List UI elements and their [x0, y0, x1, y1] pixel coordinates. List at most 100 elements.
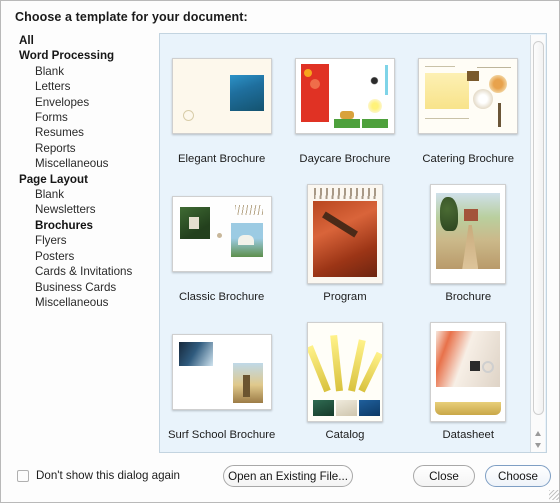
template-item-brochure[interactable]: Brochure: [407, 182, 530, 320]
sidebar-item-newsletters[interactable]: Newsletters: [15, 202, 153, 217]
close-button[interactable]: Close: [413, 465, 475, 487]
template-row: Elegant Brochure Daycare Brochure Cateri…: [160, 44, 530, 182]
flower-shape: [473, 89, 494, 109]
circle-shape: [303, 69, 312, 77]
sidebar-item-wp-blank[interactable]: Blank: [15, 64, 153, 79]
template-thumbnail-wrap: [171, 182, 272, 286]
sidebar-item-brochures[interactable]: Brochures: [15, 218, 153, 233]
scrollbar-thumb[interactable]: [533, 41, 544, 415]
template-item-program[interactable]: Program: [283, 182, 406, 320]
script-title: [313, 188, 376, 199]
sidebar-item-all[interactable]: All: [15, 33, 153, 48]
dont-show-again-checkbox[interactable]: [17, 469, 29, 482]
template-thumbnail[interactable]: [171, 334, 272, 410]
template-label: Program: [323, 291, 367, 303]
template-item-catering-brochure[interactable]: Catering Brochure: [407, 44, 530, 182]
sidebar-item-business-cards[interactable]: Business Cards: [15, 280, 153, 295]
dialog-footer: Don't show this dialog again Open an Exi…: [1, 456, 560, 502]
rule-line: [425, 118, 470, 119]
violin-neck-shape: [321, 211, 358, 238]
template-thumbnail[interactable]: [306, 184, 383, 284]
stem-shape: [498, 103, 502, 127]
template-thumbnail-wrap: [306, 320, 383, 424]
sidebar-item-page-layout[interactable]: Page Layout: [15, 172, 153, 187]
template-row: Surf School Brochure Catalog Datasheet: [160, 320, 530, 452]
green-band: [333, 119, 360, 128]
photo-shape: [339, 111, 354, 119]
template-thumbnail-wrap: [294, 44, 395, 148]
sidebar-item-resumes[interactable]: Resumes: [15, 125, 153, 140]
template-chooser-dialog: Choose a template for your document: All…: [0, 0, 560, 503]
sun-shape: [367, 99, 382, 113]
template-label: Surf School Brochure: [167, 429, 276, 441]
sidebar-item-envelopes[interactable]: Envelopes: [15, 95, 153, 110]
category-sidebar[interactable]: All Word Processing Blank Letters Envelo…: [15, 33, 153, 453]
template-thumbnail[interactable]: [171, 196, 272, 272]
open-existing-file-button[interactable]: Open an Existing File...: [223, 465, 353, 487]
template-thumbnail-wrap: [430, 182, 507, 286]
template-thumbnail[interactable]: [430, 322, 507, 422]
sidebar-item-pl-blank[interactable]: Blank: [15, 187, 153, 202]
accent-bar: [384, 65, 388, 95]
template-thumbnail[interactable]: [430, 184, 507, 284]
sidebar-item-letters[interactable]: Letters: [15, 79, 153, 94]
photo-shape: [229, 75, 264, 111]
template-label: Elegant Brochure: [178, 153, 266, 165]
dont-show-again-label: Don't show this dialog again: [36, 469, 181, 482]
template-grid-scrollbar[interactable]: [530, 35, 545, 452]
dot-shape: [216, 233, 222, 238]
leaf-shape: [307, 345, 331, 393]
photo-shape: [359, 69, 384, 95]
scroll-up-arrow-icon[interactable]: [535, 431, 541, 436]
logo-icon: [182, 110, 194, 121]
scroll-down-arrow-icon[interactable]: [535, 443, 541, 448]
template-grid: Elegant Brochure Daycare Brochure Cateri…: [160, 34, 530, 452]
template-thumbnail[interactable]: [306, 322, 383, 422]
circle-shape: [482, 361, 495, 373]
sidebar-item-pl-miscellaneous[interactable]: Miscellaneous: [15, 295, 153, 310]
sidebar-item-cards-invitations[interactable]: Cards & Invitations: [15, 264, 153, 279]
photo-shape: [232, 363, 263, 403]
template-label: Catalog: [325, 429, 365, 441]
photo-shape: [179, 207, 210, 239]
rule-line: [425, 66, 456, 67]
template-thumbnail[interactable]: [294, 58, 395, 134]
photo-shape: [436, 193, 501, 269]
sidebar-item-forms[interactable]: Forms: [15, 110, 153, 125]
choose-button[interactable]: Choose: [485, 465, 551, 487]
path-shape: [462, 225, 479, 269]
template-item-datasheet[interactable]: Datasheet: [407, 320, 530, 452]
square-shape: [470, 361, 481, 371]
flower-shape: [489, 75, 508, 93]
template-label: Brochure: [445, 291, 492, 303]
photo-shape: [178, 342, 213, 366]
template-thumbnail[interactable]: [418, 58, 519, 134]
text-lines: [234, 205, 263, 215]
template-item-classic-brochure[interactable]: Classic Brochure: [160, 182, 283, 320]
panel-shape: [425, 73, 470, 109]
circle-shape: [309, 79, 320, 89]
sidebar-item-word-processing[interactable]: Word Processing: [15, 48, 153, 63]
template-item-daycare-brochure[interactable]: Daycare Brochure: [283, 44, 406, 182]
template-thumbnail-wrap: [306, 182, 383, 286]
template-item-catalog[interactable]: Catalog: [283, 320, 406, 452]
sidebar-item-flyers[interactable]: Flyers: [15, 233, 153, 248]
sidebar-item-posters[interactable]: Posters: [15, 249, 153, 264]
template-thumbnail-wrap: [171, 320, 272, 424]
template-grid-panel: Elegant Brochure Daycare Brochure Cateri…: [159, 33, 547, 453]
photo-shape: [467, 71, 480, 81]
template-thumbnail[interactable]: [171, 58, 272, 134]
sidebar-item-reports[interactable]: Reports: [15, 141, 153, 156]
resize-grip[interactable]: [549, 490, 559, 500]
dont-show-again-row[interactable]: Don't show this dialog again: [17, 469, 180, 482]
template-item-elegant-brochure[interactable]: Elegant Brochure: [160, 44, 283, 182]
photo-shape: [436, 331, 501, 387]
template-thumbnail-wrap: [418, 44, 519, 148]
photo-shape: [335, 400, 357, 416]
template-label: Daycare Brochure: [299, 153, 391, 165]
sidebar-item-wp-miscellaneous[interactable]: Miscellaneous: [15, 156, 153, 171]
template-item-surf-school-brochure[interactable]: Surf School Brochure: [160, 320, 283, 452]
tree-shape: [440, 197, 459, 231]
photo-shape: [312, 400, 334, 416]
green-band: [361, 119, 388, 128]
